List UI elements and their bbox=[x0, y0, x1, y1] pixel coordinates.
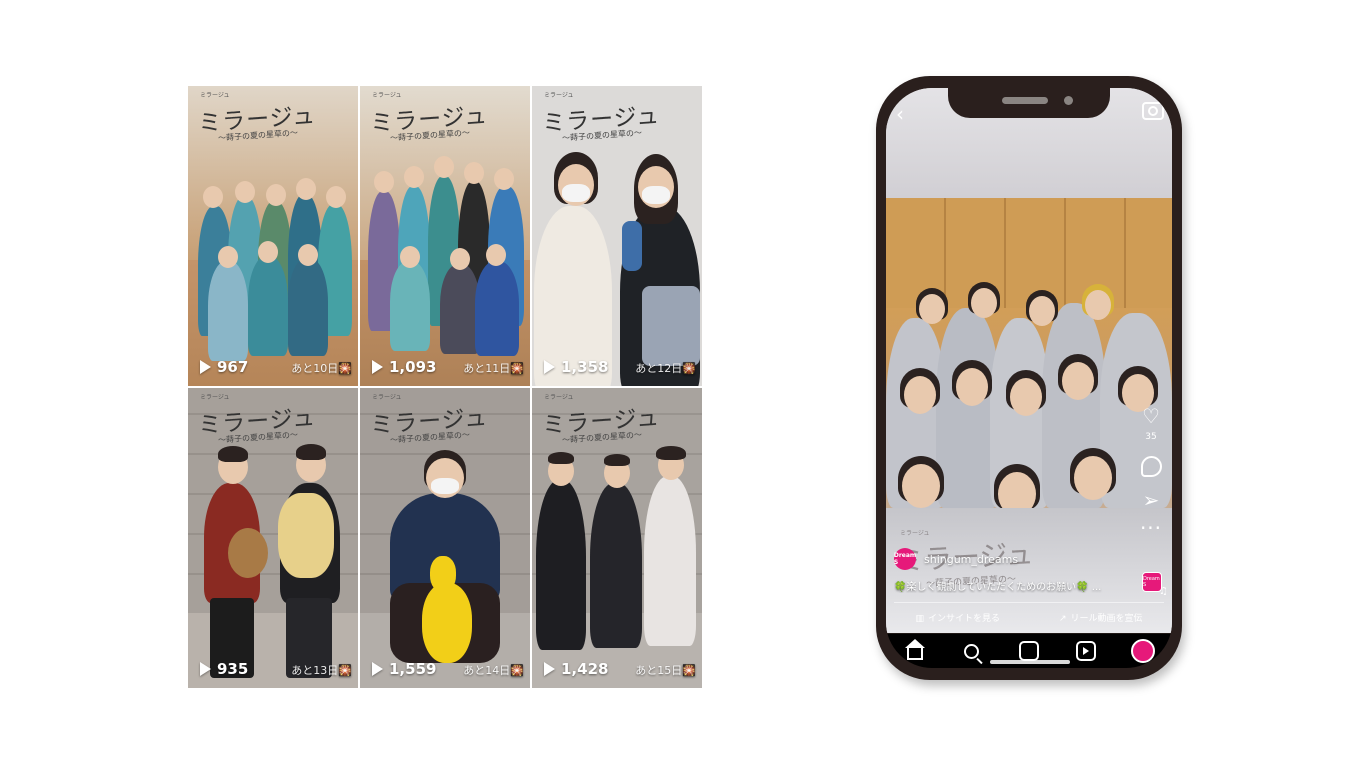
avatar[interactable]: Dream S bbox=[894, 548, 916, 570]
view-count: 1,093 bbox=[372, 358, 436, 376]
group-photo bbox=[188, 86, 358, 386]
reels-grid: ミラージュ ミラージュ ～蒔子の夏の星草の～ 967 あと10日🎇 ミラージュ … bbox=[188, 86, 702, 688]
play-icon bbox=[372, 360, 383, 374]
reel-tile-6[interactable]: ミラージュ ミラージュ ～蒔子の夏の星草の～ 1,428 あと15日🎇 bbox=[532, 388, 702, 688]
reel-tile-3[interactable]: ミラージュ ミラージュ ～蒔子の夏の星草の～ 1,358 あと12日🎇 bbox=[532, 86, 702, 386]
reel-actions: ♡ 35 ➢ ··· bbox=[1138, 406, 1164, 544]
phone-screen: ミラージュ ミラージュ ～蒔子の夏の星草の～ ‹ ♡ 35 ➢ ··· Drea… bbox=[886, 88, 1172, 668]
trio-photo bbox=[532, 388, 702, 688]
reel-tile-4[interactable]: ミラージュ ミラージュ ～蒔子の夏の星草の～ 935 あと13日🎇 bbox=[188, 388, 358, 688]
heart-icon[interactable]: ♡ bbox=[1138, 406, 1164, 426]
countdown-label: あと14日🎇 bbox=[463, 664, 524, 677]
group-photo bbox=[360, 86, 530, 386]
view-count: 967 bbox=[200, 358, 248, 376]
speaker-grille bbox=[1002, 97, 1048, 104]
nav-home[interactable] bbox=[895, 638, 935, 664]
front-camera bbox=[1064, 96, 1073, 105]
play-icon bbox=[200, 662, 211, 676]
owner-actions: ▥ インサイトを見る ↗ リール動画を宣伝 bbox=[886, 606, 1172, 628]
reels-icon bbox=[1076, 641, 1097, 661]
more-options-icon[interactable]: ··· bbox=[1138, 518, 1164, 538]
music-note-icon: ♫ bbox=[1159, 586, 1168, 597]
pony-photo bbox=[360, 388, 530, 688]
countdown-label: あと15日🎇 bbox=[635, 664, 696, 677]
phone-mockup: ミラージュ ミラージュ ～蒔子の夏の星草の～ ‹ ♡ 35 ➢ ··· Drea… bbox=[876, 76, 1182, 680]
home-indicator bbox=[990, 660, 1070, 664]
search-icon bbox=[964, 643, 980, 659]
play-icon bbox=[372, 662, 383, 676]
play-icon bbox=[544, 360, 555, 374]
view-count: 1,358 bbox=[544, 358, 608, 376]
nav-reels[interactable] bbox=[1066, 638, 1106, 664]
duo-photo bbox=[532, 86, 702, 386]
reel-tile-5[interactable]: ミラージュ ミラージュ ～蒔子の夏の星草の～ 1,559 あと14日🎇 bbox=[360, 388, 530, 688]
home-icon bbox=[904, 639, 925, 660]
reel-tile-2[interactable]: ミラージュ ミラージュ ～蒔子の夏の星草の～ 1,093 あと11日🎇 bbox=[360, 86, 530, 386]
kids-photo bbox=[188, 388, 358, 688]
view-count: 935 bbox=[200, 660, 248, 678]
view-count: 1,559 bbox=[372, 660, 436, 678]
comment-button[interactable] bbox=[1138, 456, 1164, 480]
crowd-photo bbox=[886, 278, 1172, 516]
share-icon[interactable]: ➢ bbox=[1138, 490, 1164, 510]
promote-button[interactable]: ↗ リール動画を宣伝 bbox=[1059, 611, 1143, 624]
like-count: 35 bbox=[1145, 432, 1157, 442]
reel-caption[interactable]: 🍀楽しく観劇していただくためのお願い🍀 ... bbox=[894, 578, 1124, 593]
view-count: 1,428 bbox=[544, 660, 608, 678]
overlay-title-small: ミラージュ bbox=[900, 530, 930, 537]
nav-search[interactable] bbox=[952, 638, 992, 664]
comment-icon bbox=[1140, 456, 1162, 477]
countdown-label: あと13日🎇 bbox=[291, 664, 352, 677]
countdown-label: あと12日🎇 bbox=[635, 362, 696, 375]
play-icon bbox=[544, 662, 555, 676]
insights-button[interactable]: ▥ インサイトを見る bbox=[915, 611, 1000, 624]
play-icon bbox=[200, 360, 211, 374]
divider bbox=[894, 602, 1164, 603]
profile-avatar-icon bbox=[1131, 639, 1156, 663]
phone-notch bbox=[948, 88, 1110, 118]
nav-profile[interactable] bbox=[1123, 638, 1163, 664]
trend-arrow-icon: ↗ bbox=[1058, 613, 1067, 624]
camera-icon[interactable] bbox=[1142, 102, 1164, 120]
account-row[interactable]: Dream S shingum_dreams bbox=[894, 548, 1018, 570]
back-arrow-icon[interactable]: ‹ bbox=[896, 102, 904, 126]
countdown-label: あと10日🎇 bbox=[291, 362, 352, 375]
username[interactable]: shingum_dreams bbox=[924, 553, 1018, 566]
countdown-label: あと11日🎇 bbox=[463, 362, 524, 375]
bar-chart-icon: ▥ bbox=[915, 613, 924, 624]
reel-tile-1[interactable]: ミラージュ ミラージュ ～蒔子の夏の星草の～ 967 あと10日🎇 bbox=[188, 86, 358, 386]
add-post-icon bbox=[1018, 641, 1039, 661]
